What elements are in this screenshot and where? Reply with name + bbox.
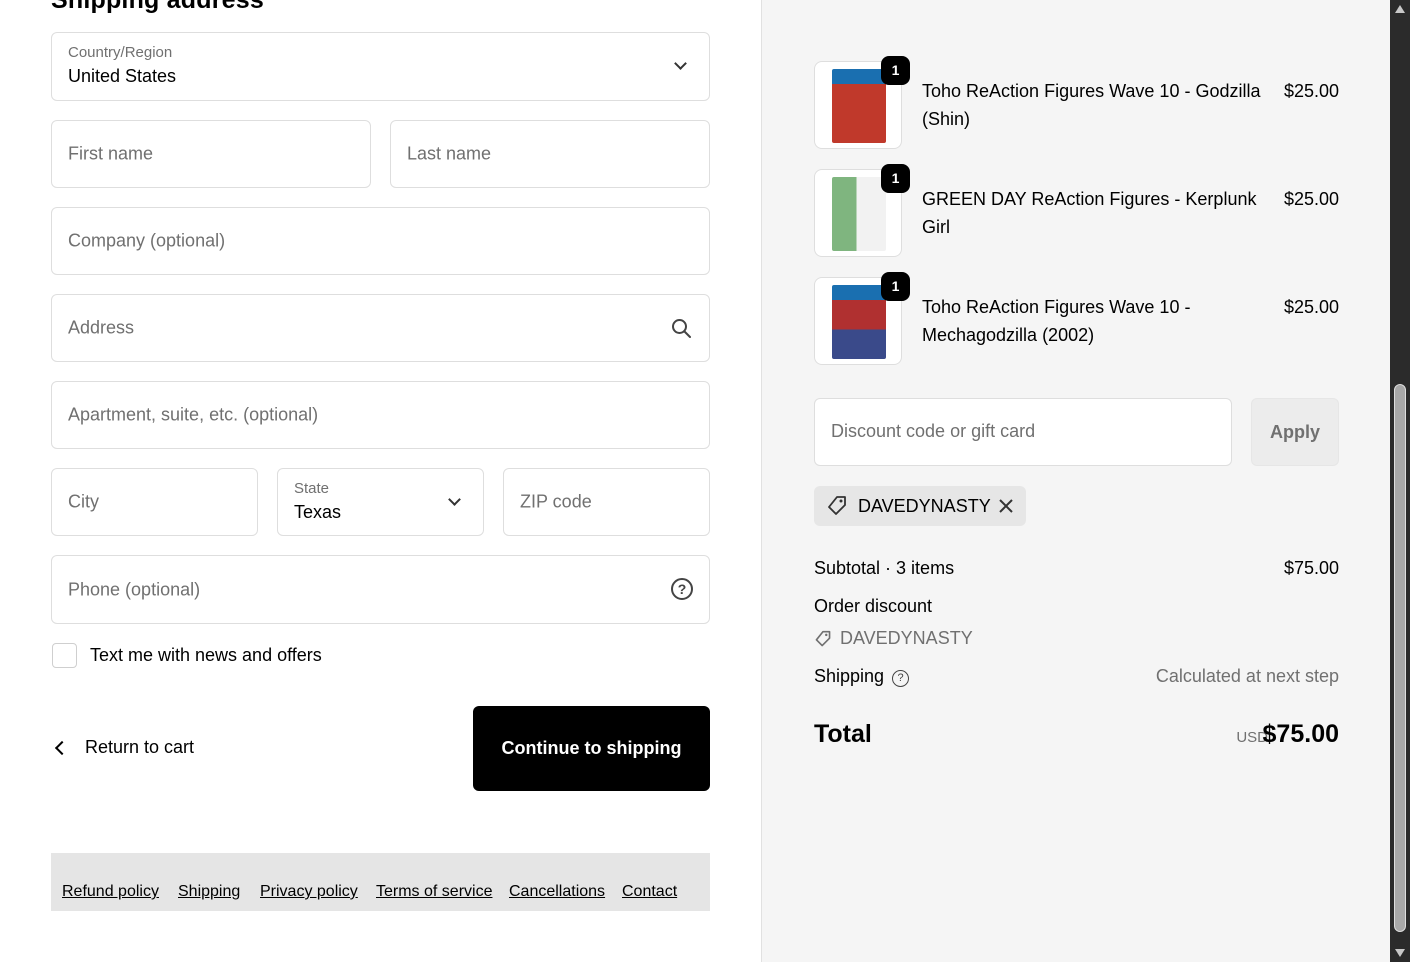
product-image — [832, 177, 886, 251]
scrollbar[interactable] — [1390, 0, 1410, 962]
quantity-badge: 1 — [881, 272, 910, 301]
chevron-down-icon — [448, 493, 461, 506]
address-field[interactable]: Address — [51, 294, 710, 362]
list-item: 1 GREEN DAY ReAction Figures - Kerplunk … — [814, 164, 1339, 257]
product-thumbnail: 1 — [814, 56, 910, 149]
return-to-cart-link[interactable]: Return to cart — [52, 737, 194, 758]
apartment-placeholder: Apartment, suite, etc. (optional) — [68, 404, 319, 425]
apartment-field[interactable]: Apartment, suite, etc. (optional) — [51, 381, 710, 449]
company-placeholder: Company (optional) — [68, 230, 226, 251]
search-icon[interactable] — [671, 318, 691, 338]
country-select[interactable]: Country/Region United States — [51, 32, 710, 101]
discount-placeholder: Discount code or gift card — [831, 421, 1036, 441]
subtotal-label: Subtotal · 3 items — [814, 558, 955, 578]
continue-to-shipping-button[interactable]: Continue to shipping — [473, 706, 710, 791]
footer-link-cancellations[interactable]: Cancellations — [509, 883, 605, 901]
order-summary-pane: 1 Toho ReAction Figures Wave 10 - Godzil… — [762, 0, 1390, 962]
return-to-cart-label: Return to cart — [85, 737, 195, 757]
quantity-badge: 1 — [881, 164, 910, 193]
city-placeholder: City — [68, 491, 99, 512]
list-item: 1 Toho ReAction Figures Wave 10 - Godzil… — [814, 56, 1339, 149]
product-name: Toho ReAction Figures Wave 10 - Mechagod… — [922, 297, 1191, 345]
newsletter-checkbox[interactable] — [52, 643, 77, 668]
tag-icon — [815, 630, 831, 646]
footer-link-contact[interactable]: Contact — [622, 883, 677, 901]
total-label: Total — [814, 720, 872, 748]
phone-field[interactable]: Phone (optional) ? — [51, 555, 710, 624]
phone-placeholder: Phone (optional) — [68, 579, 201, 599]
product-image — [832, 69, 886, 143]
product-thumbnail: 1 — [814, 272, 910, 365]
footer-link-shipping[interactable]: Shipping — [178, 883, 240, 901]
scroll-down-arrow-icon[interactable] — [1395, 949, 1405, 957]
product-image — [832, 285, 886, 359]
order-discount-label: Order discount — [814, 596, 933, 616]
product-name: GREEN DAY ReAction Figures - Kerplunk Gi… — [922, 189, 1257, 237]
state-label: State — [294, 480, 330, 497]
chevron-left-icon — [54, 740, 70, 755]
footer-link-refund-policy[interactable]: Refund policy — [62, 883, 159, 901]
first-name-placeholder: First name — [68, 143, 154, 164]
zip-field[interactable]: ZIP code — [503, 468, 710, 536]
help-icon[interactable]: ? — [892, 670, 910, 687]
state-value: Texas — [294, 502, 342, 522]
apply-button[interactable]: Apply — [1251, 398, 1339, 466]
checkout-form-pane: Shipping address Country/Region United S… — [0, 0, 762, 962]
last-name-field[interactable]: Last name — [390, 120, 710, 188]
shipping-value: Calculated at next step — [1155, 666, 1339, 686]
footer-link-terms-of-service[interactable]: Terms of service — [376, 883, 492, 901]
help-icon[interactable]: ? — [671, 578, 693, 600]
scrollbar-thumb[interactable] — [1394, 384, 1406, 932]
product-price: $25.00 — [1283, 81, 1339, 101]
product-price: $25.00 — [1283, 189, 1339, 209]
state-select[interactable]: State Texas — [277, 468, 484, 536]
subtotal-value: $75.00 — [1283, 558, 1339, 578]
scroll-up-arrow-icon[interactable] — [1395, 5, 1405, 13]
product-price: $25.00 — [1283, 297, 1339, 317]
city-field[interactable]: City — [51, 468, 258, 536]
country-label: Country/Region — [68, 44, 173, 61]
policy-footer: Refund policy Shipping Privacy policy Te… — [51, 853, 710, 911]
country-value: United States — [68, 66, 177, 86]
close-icon[interactable] — [998, 498, 1014, 514]
shipping-label: Shipping — [814, 666, 885, 686]
discount-code-line: DAVEDYNASTY — [814, 628, 973, 649]
product-thumbnail: 1 — [814, 164, 910, 257]
tag-icon — [828, 496, 846, 515]
company-field[interactable]: Company (optional) — [51, 207, 710, 275]
address-placeholder: Address — [68, 317, 135, 338]
first-name-field[interactable]: First name — [51, 120, 371, 188]
applied-discount-chip: DAVEDYNASTY — [814, 486, 1026, 526]
list-item: 1 Toho ReAction Figures Wave 10 - Mechag… — [814, 272, 1339, 365]
product-name: Toho ReAction Figures Wave 10 - Godzilla… — [922, 81, 1261, 129]
footer-link-privacy-policy[interactable]: Privacy policy — [260, 883, 358, 901]
section-title: Shipping address — [51, 0, 264, 14]
last-name-placeholder: Last name — [407, 143, 492, 164]
zip-placeholder: ZIP code — [520, 491, 592, 512]
newsletter-label: Text me with news and offers — [90, 645, 322, 665]
discount-code-text: DAVEDYNASTY — [840, 628, 973, 648]
chevron-down-icon — [674, 57, 687, 70]
discount-code-input[interactable]: Discount code or gift card — [814, 398, 1232, 466]
total-value: $75.00 — [1262, 720, 1339, 748]
applied-code: DAVEDYNASTY — [858, 495, 991, 516]
quantity-badge: 1 — [881, 56, 910, 85]
shipping-row-label: Shipping? — [814, 666, 910, 687]
